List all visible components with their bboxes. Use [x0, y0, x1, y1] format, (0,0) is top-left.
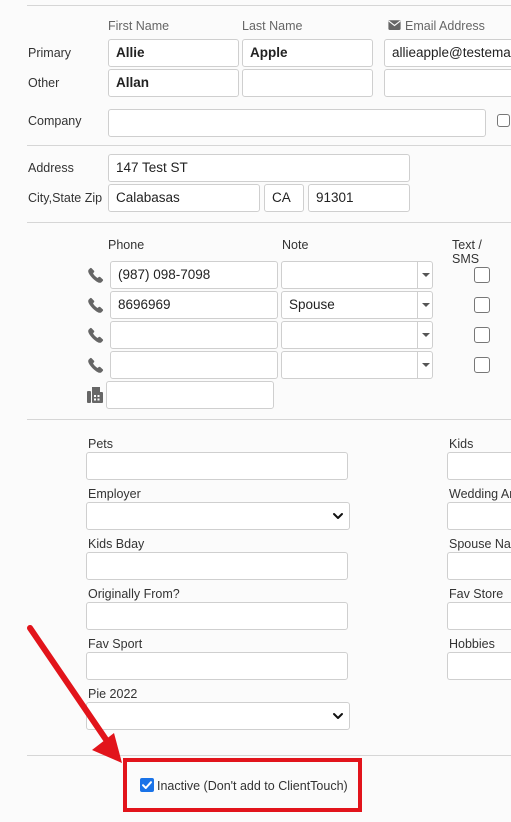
envelope-icon [388, 20, 401, 30]
phone-icon [88, 267, 104, 283]
divider-address [27, 222, 511, 223]
annotation-arrow [27, 625, 122, 763]
primary-first-name-input[interactable]: Allie [108, 39, 239, 67]
chevron-down-icon [417, 351, 433, 379]
custom-field-input[interactable] [86, 452, 348, 480]
custom-field-label: Kids [449, 437, 474, 451]
fax-icon [87, 387, 103, 403]
company-input[interactable] [108, 109, 486, 137]
chevron-down-icon [333, 513, 343, 519]
custom-field-input[interactable] [447, 452, 511, 480]
header-text-sms: Text / SMS [452, 238, 482, 266]
header-note: Note [282, 238, 309, 252]
sms-checkbox[interactable] [474, 357, 490, 373]
inactive-label: Inactive (Don't add to ClientTouch) [157, 779, 348, 793]
custom-field-label: Originally From? [88, 587, 180, 601]
phone-icon [88, 357, 104, 373]
custom-field-input[interactable] [447, 552, 511, 580]
divider-top [27, 5, 511, 6]
address-input[interactable]: 147 Test ST [108, 154, 410, 182]
custom-field-label: Hobbies [449, 637, 495, 651]
chevron-down-icon [333, 713, 343, 719]
chevron-down-icon [417, 261, 433, 289]
zip-input[interactable]: 91301 [308, 184, 410, 212]
primary-last-name-input[interactable]: Apple [242, 39, 373, 67]
address-label: Address [28, 161, 74, 175]
fax-input[interactable] [106, 381, 274, 409]
other-label: Other [28, 76, 60, 90]
custom-field-label: Fav Store [449, 587, 504, 601]
phone-icon [88, 297, 104, 313]
custom-field-label: Employer [88, 487, 141, 501]
chevron-down-icon [417, 291, 433, 319]
custom-field-label: Spouse Nar [449, 537, 511, 551]
header-last-name: Last Name [242, 19, 303, 33]
phone-input[interactable]: 8696969 [110, 291, 278, 319]
state-input[interactable]: CA [264, 184, 304, 212]
phone-input[interactable] [110, 351, 278, 379]
phone-icon [88, 327, 104, 343]
note-select[interactable] [281, 261, 433, 289]
company-checkbox[interactable] [497, 114, 510, 127]
primary-email-input[interactable]: allieapple@testema [384, 39, 511, 67]
sms-checkbox[interactable] [474, 267, 490, 283]
primary-label: Primary [28, 46, 72, 60]
city-input[interactable]: Calabasas [108, 184, 260, 212]
header-phone: Phone [108, 238, 145, 252]
divider-phone [27, 419, 511, 420]
city-state-zip-label: City,State Zip [28, 191, 103, 205]
other-email-input[interactable] [384, 69, 511, 97]
custom-field-input[interactable] [86, 552, 348, 580]
phone-input[interactable]: (987) 098-7098 [110, 261, 278, 289]
header-first-name: First Name [108, 19, 170, 33]
custom-field-label: Pets [88, 437, 114, 451]
sms-checkbox[interactable] [474, 297, 490, 313]
inactive-checkbox[interactable] [140, 778, 154, 792]
note-select[interactable]: Spouse [281, 291, 433, 319]
custom-field-input[interactable] [447, 602, 511, 630]
note-select[interactable] [281, 351, 433, 379]
custom-field-input[interactable] [447, 502, 511, 530]
custom-field-label: Wedding An [449, 487, 511, 501]
phone-input[interactable] [110, 321, 278, 349]
custom-field-label: Kids Bday [88, 537, 145, 551]
other-first-name-input[interactable]: Allan [108, 69, 239, 97]
sms-checkbox[interactable] [474, 327, 490, 343]
other-last-name-input[interactable] [242, 69, 373, 97]
custom-field-input[interactable] [447, 652, 511, 680]
company-label: Company [28, 114, 82, 128]
divider-name [27, 145, 511, 146]
header-email: Email Address [405, 19, 485, 33]
custom-field-select[interactable] [86, 502, 350, 530]
chevron-down-icon [417, 321, 433, 349]
note-select[interactable] [281, 321, 433, 349]
